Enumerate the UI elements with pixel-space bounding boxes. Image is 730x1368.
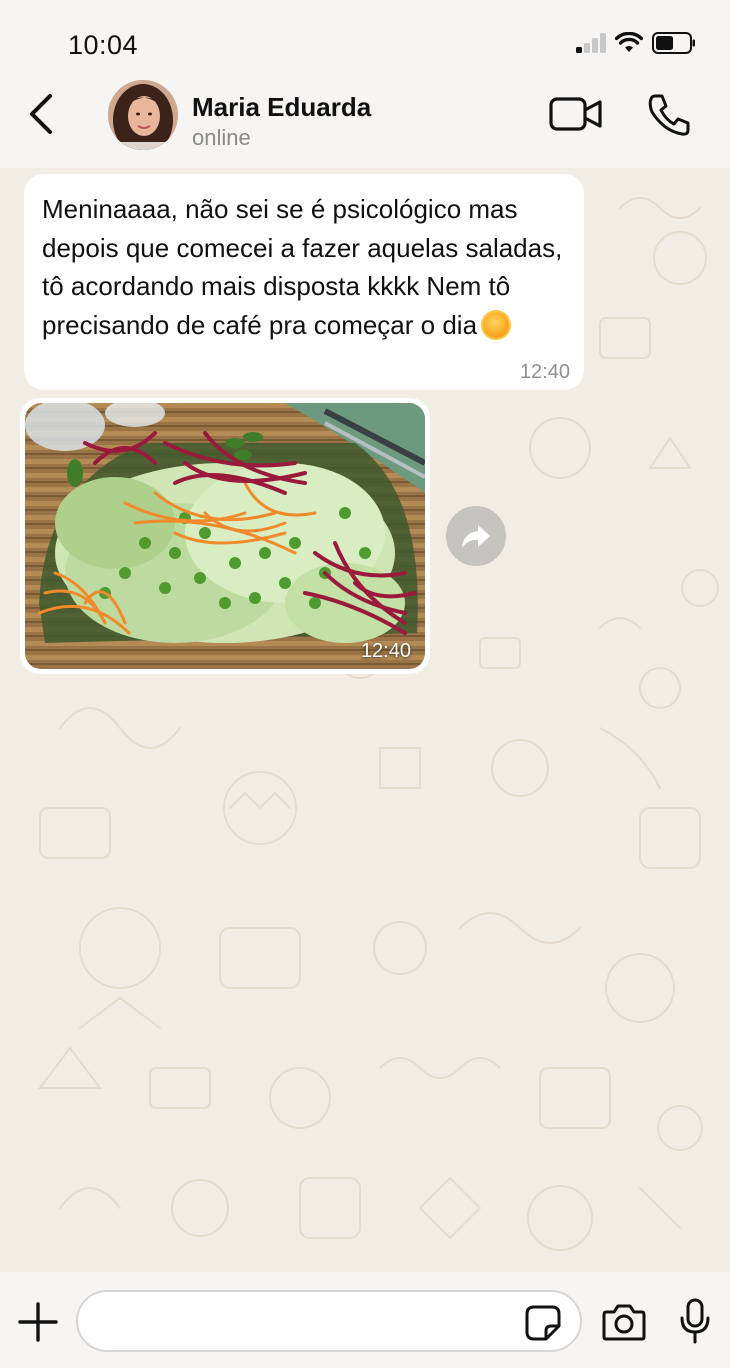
contact-name[interactable]: Maria Eduarda <box>192 92 371 123</box>
image-time: 12:40 <box>360 640 411 662</box>
back-chevron-icon[interactable] <box>22 92 62 136</box>
avatar[interactable] <box>108 80 178 150</box>
message-time: 12:40 <box>519 361 570 383</box>
forward-button[interactable] <box>446 506 506 566</box>
chat-body[interactable]: Meninaaaa, não sei se é psicológico mas … <box>0 168 730 1272</box>
plus-icon[interactable] <box>18 1302 58 1342</box>
message-bubble-image[interactable]: 12:40 <box>20 398 430 674</box>
message-input[interactable] <box>76 1290 582 1352</box>
message-text: Meninaaaa, não sei se é psicológico mas … <box>42 194 563 340</box>
phone-icon[interactable] <box>646 92 692 138</box>
chat-screen: 10:04 Maria Eduarda online Meninaaaa, nã… <box>0 0 730 1368</box>
status-time: 10:04 <box>68 30 139 60</box>
microphone-icon[interactable] <box>680 1298 710 1344</box>
wifi-icon <box>615 32 643 52</box>
battery-icon <box>652 32 695 54</box>
sticker-icon[interactable] <box>524 1304 562 1342</box>
salad-photo[interactable]: 12:40 <box>25 403 425 669</box>
chat-header: Maria Eduarda online <box>0 80 730 168</box>
forward-arrow-icon <box>462 525 490 548</box>
contact-status: online <box>192 125 251 150</box>
video-camera-icon[interactable] <box>548 94 604 134</box>
input-bar <box>0 1272 730 1368</box>
signal-icon <box>576 33 608 53</box>
camera-icon[interactable] <box>602 1302 646 1342</box>
status-bar: 10:04 <box>0 0 730 80</box>
message-bubble-text[interactable]: Meninaaaa, não sei se é psicológico mas … <box>24 174 584 390</box>
sun-emoji-icon <box>483 311 510 338</box>
